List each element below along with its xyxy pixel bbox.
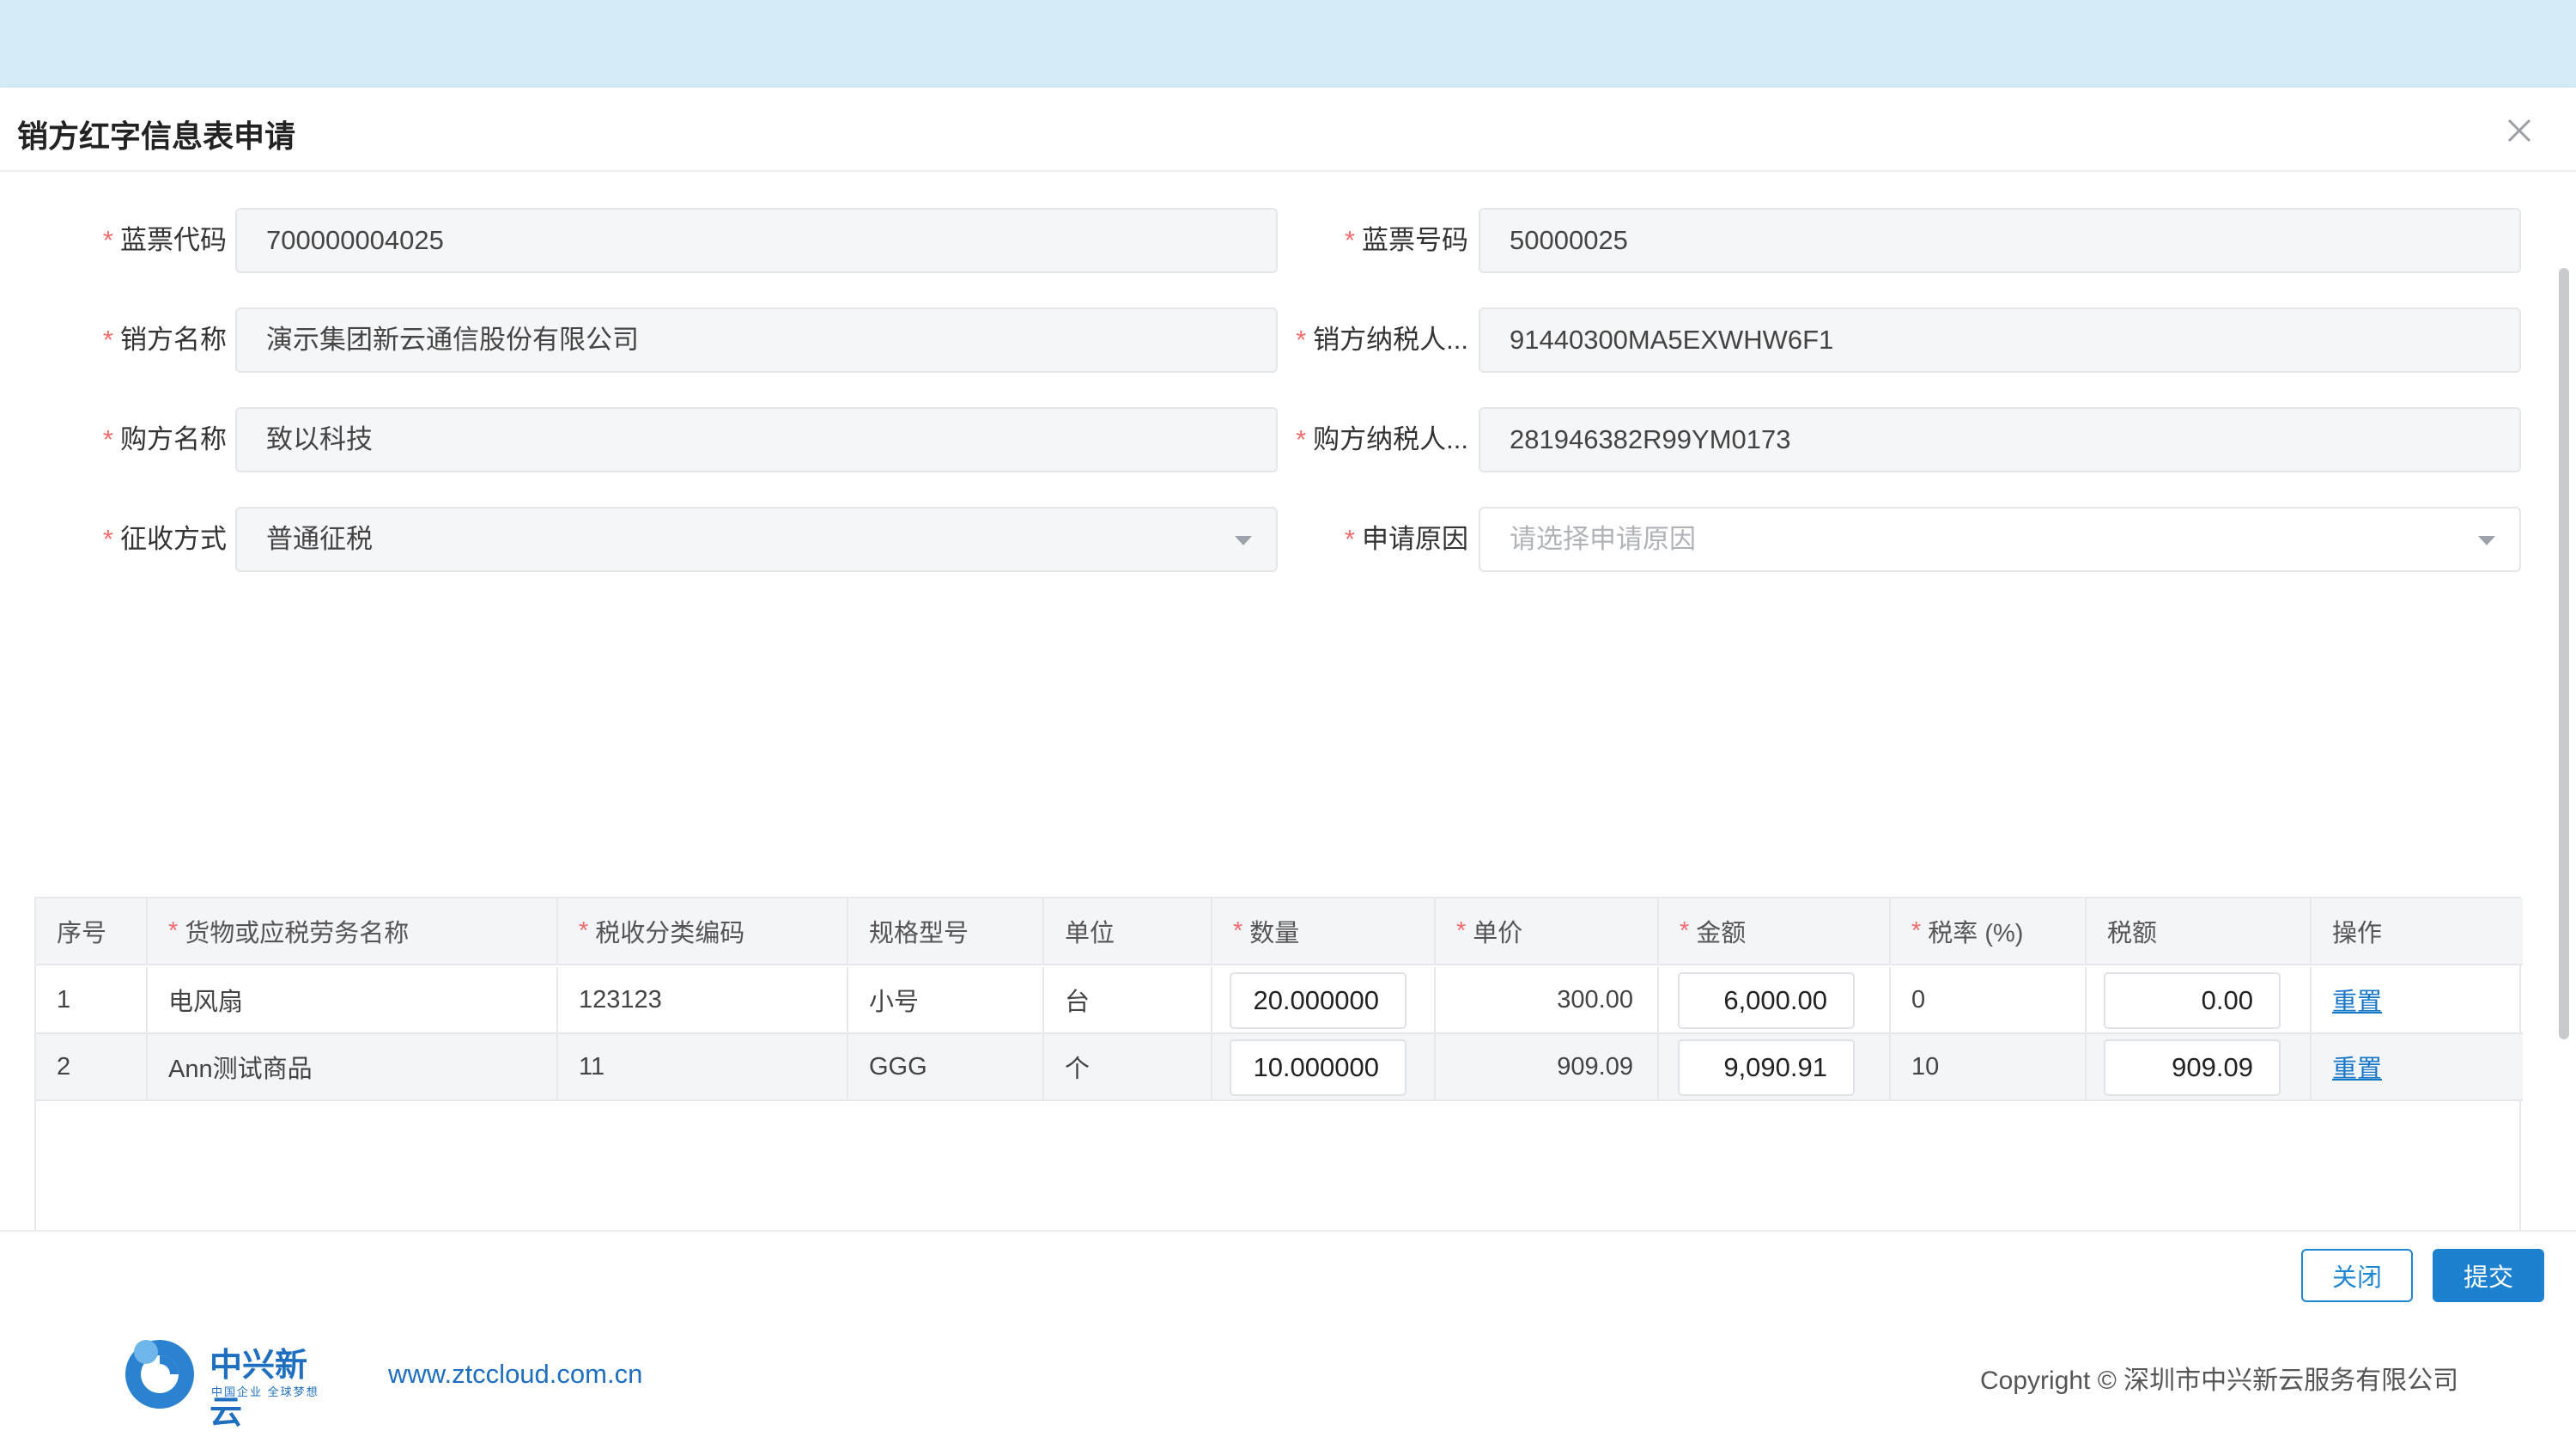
reset-link[interactable]: 重置 xyxy=(2332,1049,2382,1085)
cell-amount: 6,000.00 xyxy=(1659,967,1891,1032)
col-tax-code: * 税收分类编码 xyxy=(558,898,848,964)
tax-amount-input[interactable]: 909.09 xyxy=(2104,1039,2281,1096)
buyer-tax-id-label: * 购方纳税人... xyxy=(1296,424,1468,454)
cell-unit-price: 300.00 xyxy=(1436,967,1659,1032)
seller-name-label: * 销方名称 xyxy=(102,325,227,355)
copyright-text: Copyright © 深圳市中兴新云服务有限公司 xyxy=(1980,1367,2459,1395)
cell-goods-name: Ann测试商品 xyxy=(148,1034,558,1099)
cell-tax-code: 11 xyxy=(558,1034,848,1099)
cell-spec: 小号 xyxy=(848,967,1044,1032)
cell-tax-amount: 909.09 xyxy=(2087,1034,2312,1099)
col-tax-rate: * 税率 (%) xyxy=(1891,898,2087,964)
amount-input[interactable]: 9,090.91 xyxy=(1678,1039,1855,1096)
quantity-input[interactable]: 10.000000 xyxy=(1230,1039,1406,1096)
apply-reason-placeholder: 请选择申请原因 xyxy=(1510,524,1696,554)
buyer-name-field[interactable]: 致以科技 xyxy=(235,407,1278,472)
cell-quantity: 20.000000 xyxy=(1212,967,1436,1032)
site-url-link[interactable]: www.ztccloud.com.cn xyxy=(388,1359,642,1390)
cell-unit: 个 xyxy=(1044,1034,1212,1099)
blue-invoice-number-field[interactable]: 50000025 xyxy=(1479,208,2521,273)
cell-amount: 9,090.91 xyxy=(1659,1034,1891,1099)
cell-tax-rate: 10 xyxy=(1891,1034,2087,1099)
page-footer: 中兴新云 中国企业 全球梦想 www.ztccloud.com.cn Copyr… xyxy=(0,1314,2576,1449)
dialog-title: 销方红字信息表申请 xyxy=(17,119,296,154)
cell-action: 重置 xyxy=(2312,1034,2523,1099)
logo-tagline: 中国企业 全球梦想 xyxy=(211,1385,319,1398)
reset-link[interactable]: 重置 xyxy=(2332,982,2382,1018)
buyer-name-label: * 购方名称 xyxy=(102,424,227,454)
col-tax-amount: 税额 xyxy=(2087,898,2312,964)
cell-tax-code: 123123 xyxy=(558,967,848,1032)
quantity-input[interactable]: 20.000000 xyxy=(1230,972,1406,1029)
close-button[interactable]: 关闭 xyxy=(2301,1249,2413,1302)
cell-index: 1 xyxy=(36,967,148,1032)
close-icon[interactable] xyxy=(2502,113,2537,148)
col-action: 操作 xyxy=(2332,920,2383,947)
vertical-scrollbar[interactable] xyxy=(2559,268,2569,1039)
levy-method-value: 普通征税 xyxy=(266,524,373,554)
dialog-footer: 关闭 提交 xyxy=(0,1230,2576,1314)
top-band xyxy=(0,0,2576,88)
chevron-down-icon xyxy=(1235,536,1252,545)
blue-invoice-code-field[interactable]: 700000004025 xyxy=(235,208,1278,273)
amount-input[interactable]: 6,000.00 xyxy=(1678,972,1855,1029)
logo-icon xyxy=(125,1340,194,1409)
col-amount: * 金额 xyxy=(1659,898,1891,964)
cell-tax-amount: 0.00 xyxy=(2087,967,2312,1032)
seller-name-field[interactable]: 演示集团新云通信股份有限公司 xyxy=(235,307,1278,373)
col-spec: 规格型号 xyxy=(848,898,1044,964)
seller-tax-id-label: * 销方纳税人... xyxy=(1296,325,1468,355)
dialog-header: 销方红字信息表申请 xyxy=(0,88,2576,172)
tax-amount-input[interactable]: 0.00 xyxy=(2104,972,2281,1029)
buyer-tax-id-field[interactable]: 281946382R99YM0173 xyxy=(1479,407,2521,472)
cell-action: 重置 xyxy=(2312,967,2523,1032)
cell-goods-name: 电风扇 xyxy=(148,967,558,1032)
levy-method-label: * 征收方式 xyxy=(102,524,227,554)
submit-button[interactable]: 提交 xyxy=(2433,1249,2544,1302)
red-info-apply-dialog: 销方红字信息表申请 * 蓝票代码 700000004025 * 蓝票号码 50000… xyxy=(0,88,2576,1318)
seller-tax-id-field[interactable]: 91440300MA5EXWHW6F1 xyxy=(1479,307,2521,373)
form-row-levy: * 征收方式 普通征税 * 申请原因 请选择申请原因 xyxy=(0,507,2576,572)
cell-spec: GGG xyxy=(848,1034,1044,1099)
col-goods-name: * 货物或应税劳务名称 xyxy=(148,898,558,964)
apply-reason-label: * 申请原因 xyxy=(1344,524,1468,554)
form-row-buyer: * 购方名称 致以科技 * 购方纳税人... 281946382R99YM0173 xyxy=(0,407,2576,472)
col-unit: 单位 xyxy=(1044,898,1212,964)
form-row-seller: * 销方名称 演示集团新云通信股份有限公司 * 销方纳税人... 91440300M… xyxy=(0,307,2576,373)
blue-invoice-code-label: * 蓝票代码 xyxy=(102,225,227,255)
cell-unit-price: 909.09 xyxy=(1436,1034,1659,1099)
blue-invoice-number-label: * 蓝票号码 xyxy=(1344,225,1468,255)
cell-unit: 台 xyxy=(1044,967,1212,1032)
chevron-down-icon xyxy=(2478,536,2495,545)
col-quantity: * 数量 xyxy=(1212,898,1436,964)
cell-index: 2 xyxy=(36,1034,148,1099)
cell-quantity: 10.000000 xyxy=(1212,1034,1436,1099)
apply-reason-select[interactable]: 请选择申请原因 xyxy=(1479,507,2521,572)
col-unit-price: * 单价 xyxy=(1436,898,1659,964)
table-header: 序号 * 货物或应税劳务名称 * 税收分类编码 规格型号 单位 * 数量 * 单价 * 金… xyxy=(36,898,2523,965)
levy-method-select[interactable]: 普通征税 xyxy=(235,507,1278,572)
col-index: 序号 xyxy=(36,898,148,964)
table-row: 1 电风扇 123123 小号 台 20.000000 300.00 6,000… xyxy=(36,967,2523,1034)
brand-logo: 中兴新云 中国企业 全球梦想 xyxy=(120,1333,335,1431)
form-row-blue-invoice: * 蓝票代码 700000004025 * 蓝票号码 50000025 xyxy=(0,208,2576,273)
table-row: 2 Ann测试商品 11 GGG 个 10.000000 909.09 9,09… xyxy=(36,1034,2523,1101)
cell-tax-rate: 0 xyxy=(1891,967,2087,1032)
